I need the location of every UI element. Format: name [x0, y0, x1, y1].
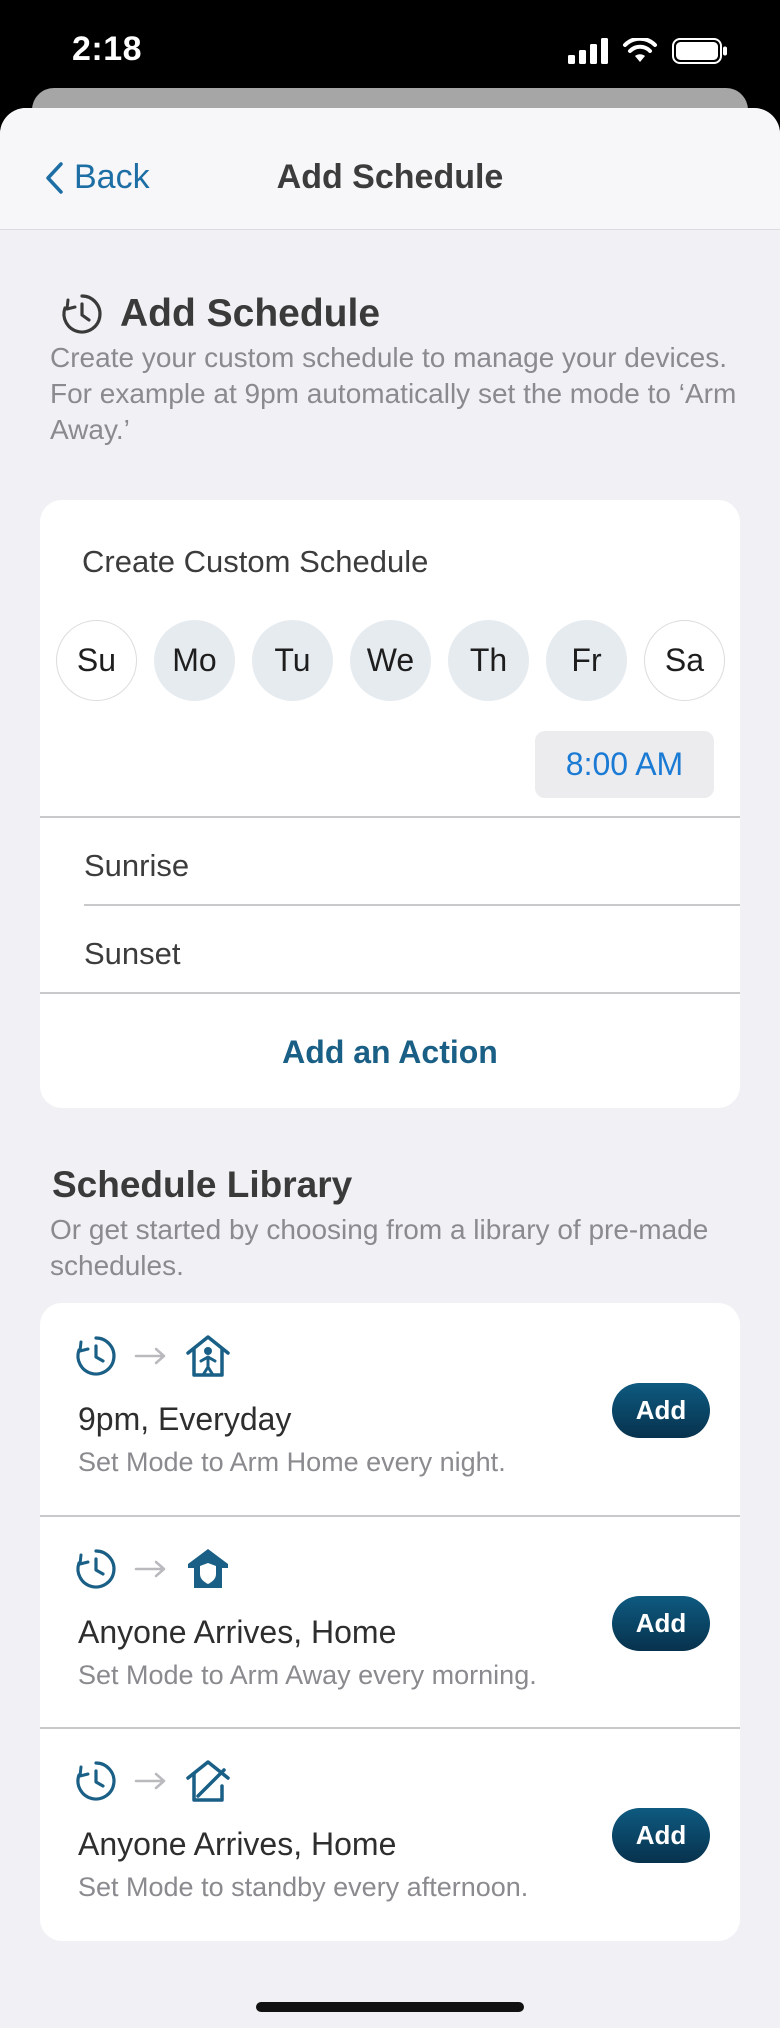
day-tuesday[interactable]: Tu [252, 620, 333, 701]
home-indicator[interactable] [256, 2002, 524, 2012]
day-sunday[interactable]: Su [56, 620, 137, 701]
arm-away-icon [188, 1549, 228, 1588]
custom-schedule-card: Create Custom Schedule Su Mo Tu We Th Fr… [40, 500, 740, 1108]
schedule-clock-icon [62, 294, 102, 334]
library-item-name: Anyone Arrives, Home [78, 1614, 397, 1650]
add-schedule-button[interactable]: Add [612, 1383, 710, 1438]
library-item-description: Set Mode to Arm Home every night. [78, 1447, 506, 1477]
day-thursday[interactable]: Th [448, 620, 529, 701]
custom-schedule-title: Create Custom Schedule [82, 544, 429, 579]
time-picker-button[interactable]: 8:00 AM [535, 731, 714, 798]
library-item: Anyone Arrives, Home Set Mode to Arm Awa… [40, 1516, 740, 1728]
divider [40, 992, 740, 994]
section-description: Create your custom schedule to manage yo… [50, 342, 737, 445]
section-header: Add Schedule [58, 290, 380, 338]
schedule-clock-icon [76, 1336, 116, 1376]
schedule-library-card: 9pm, Everyday Set Mode to Arm Home every… [40, 1303, 740, 1941]
wifi-icon [623, 38, 657, 62]
day-monday[interactable]: Mo [154, 620, 235, 701]
battery-icon [672, 38, 727, 64]
add-schedule-button[interactable]: Add [612, 1596, 710, 1651]
library-item-name: 9pm, Everyday [78, 1401, 292, 1437]
nav-bar: Back Add Schedule [0, 108, 780, 230]
arrow-right-icon [134, 1347, 166, 1365]
schedule-clock-icon [76, 1549, 116, 1589]
day-wednesday[interactable]: We [350, 620, 431, 701]
library-item-icons [74, 1758, 232, 1804]
library-item-description: Set Mode to Arm Away every morning. [78, 1660, 537, 1690]
standby-icon [186, 1760, 230, 1802]
sunrise-option[interactable]: Sunrise [84, 848, 189, 884]
library-item: Anyone Arrives, Home Set Mode to standby… [40, 1728, 740, 1940]
library-title: Schedule Library [52, 1164, 353, 1205]
arrow-right-icon [134, 1560, 166, 1578]
add-action-button[interactable]: Add an Action [40, 1034, 740, 1071]
divider [84, 904, 740, 906]
modal-sheet: Back Add Schedule Add Schedule Create yo… [0, 108, 780, 2028]
arm-home-icon [186, 1335, 230, 1377]
status-bar: 2:18 [0, 0, 780, 100]
nav-title: Add Schedule [276, 158, 504, 196]
day-selector: Su Mo Tu We Th Fr Sa [56, 620, 725, 701]
section-title: Add Schedule [120, 292, 381, 335]
add-schedule-button[interactable]: Add [612, 1808, 710, 1863]
divider [40, 816, 740, 818]
sunset-option[interactable]: Sunset [84, 936, 181, 972]
library-item-description: Set Mode to standby every afternoon. [78, 1872, 529, 1902]
day-friday[interactable]: Fr [546, 620, 627, 701]
arrow-right-icon [134, 1772, 166, 1790]
schedule-clock-icon [76, 1761, 116, 1801]
cellular-signal-icon [568, 38, 608, 64]
day-saturday[interactable]: Sa [644, 620, 725, 701]
library-item-icons [74, 1333, 232, 1379]
library-item-name: Anyone Arrives, Home [78, 1826, 397, 1862]
library-description: Or get started by choosing from a librar… [50, 1214, 709, 1281]
status-icons [568, 38, 728, 64]
library-item: 9pm, Everyday Set Mode to Arm Home every… [40, 1303, 740, 1515]
status-time: 2:18 [72, 30, 143, 68]
library-item-icons [74, 1546, 232, 1592]
